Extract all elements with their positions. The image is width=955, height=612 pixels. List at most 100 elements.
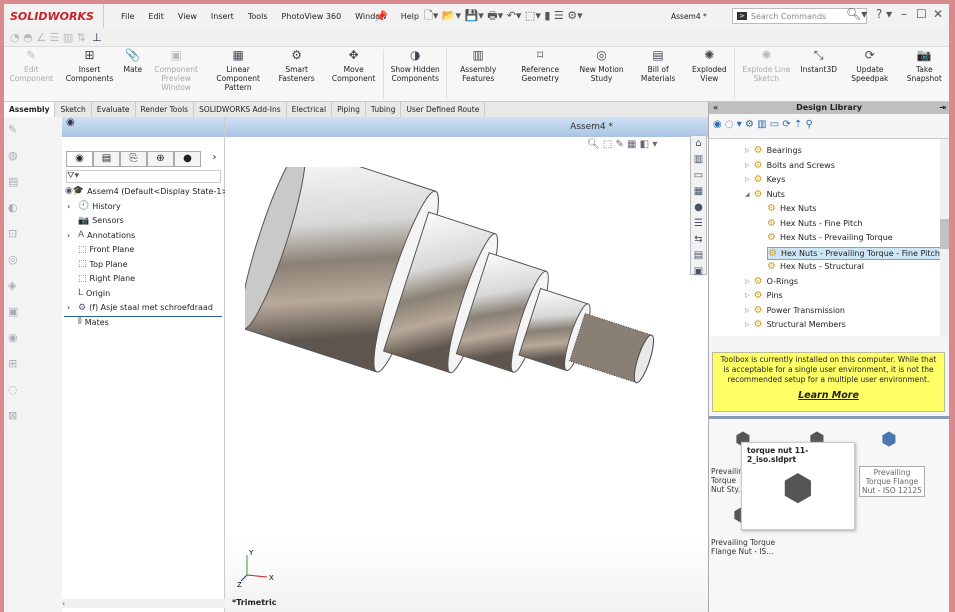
tab-user-defined-route[interactable]: User Defined Route (401, 102, 486, 117)
menu-insert[interactable]: Insert (204, 12, 241, 21)
solidworks-logo[interactable]: SOLIDWORKS (4, 4, 104, 28)
ribbon-bom-button[interactable]: ▤ Bill of Materials (632, 47, 684, 101)
library-item[interactable]: ▷ ⚙ Keys (745, 174, 785, 185)
library-item[interactable]: ▷ ⚙ O-Rings (745, 276, 798, 287)
horizontal-scrollbar[interactable]: ‹ (62, 599, 225, 608)
ribbon-edit-component-button[interactable]: ✎ Edit Component (4, 47, 59, 101)
tree-item[interactable]: L Origin (67, 288, 110, 298)
menu-edit[interactable]: Edit (141, 12, 171, 21)
tree-item[interactable]: › ⚙ (f) Asje staal met schroefdraad (67, 303, 213, 313)
expand-arrow[interactable]: ◢ (745, 191, 750, 198)
ribbon-fasteners-button[interactable]: ⚙ Smart Fasteners (269, 47, 324, 101)
part-caption-3[interactable]: Prevailing Torque Flange Nut - ISO 12125 (859, 466, 925, 497)
library-item[interactable]: ▷ ⚙ Power Transmission (745, 305, 845, 316)
expand-arrow[interactable]: ▷ (745, 147, 750, 154)
tab-render-tools[interactable]: Render Tools (136, 102, 195, 117)
tab-piping[interactable]: Piping (332, 102, 366, 117)
configuration-manager-tab[interactable]: ⎘ (120, 151, 147, 167)
tree-item[interactable]: › A Annotations (67, 230, 135, 240)
library-item[interactable]: ◢ ⚙ Nuts (745, 189, 785, 200)
task-pane-tabs[interactable]: ⌂ ▥ ▭ ▦ ● ☰ ⇆ ▤ ▣ (690, 135, 707, 277)
rollback-bar[interactable] (64, 316, 222, 317)
tree-item[interactable]: ⬚ Front Plane (67, 245, 134, 255)
collapse-icon[interactable]: « (713, 102, 718, 114)
help-icon[interactable]: ? ▾ (876, 7, 892, 21)
ribbon-show-hidden-button[interactable]: ◑ Show Hidden Components (384, 47, 446, 101)
expand-arrow[interactable]: › (67, 231, 75, 240)
library-item[interactable]: ▷ ⚙ Bearings (745, 145, 802, 156)
feature-manager-tab[interactable]: ◉ (66, 151, 93, 167)
menu-help[interactable]: Help (394, 12, 426, 21)
expand-arrow[interactable]: ▷ (745, 176, 750, 183)
expand-arrow[interactable]: › (67, 303, 75, 312)
toolbar-icons[interactable]: ◔ ◓ ∠ ☰ ▥ ⇅ (10, 31, 86, 44)
view-toolbar-icons[interactable]: 🔍︎ ⬚ ✎ ▦ ◧ ▾ (587, 139, 657, 150)
ribbon-insert-components-button[interactable]: ⊞ Insert Components (59, 47, 121, 101)
menu-photoview-360[interactable]: PhotoView 360 (275, 12, 349, 21)
menu-tools[interactable]: Tools (241, 12, 275, 21)
menu-view[interactable]: View (171, 12, 204, 21)
expand-arrow[interactable]: › (67, 202, 75, 211)
tree-item[interactable]: 📷 Sensors (67, 216, 124, 226)
part-caption-4[interactable]: Prevailing Torque Flange Nut - IS... (711, 538, 781, 556)
tree-item[interactable]: ⬚ Top Plane (67, 259, 128, 269)
menu-file[interactable]: File (114, 12, 141, 21)
ribbon-camera-button[interactable]: 📷 Take Snapshot (900, 47, 949, 101)
ribbon-reference-geometry-button[interactable]: ⌑ Reference Geometry (509, 47, 571, 101)
ribbon-instant3d-button[interactable]: ⤡ Instant3D (797, 47, 840, 101)
ribbon-motion-study-button[interactable]: ◎ New Motion Study (571, 47, 632, 101)
tab-tubing[interactable]: Tubing (366, 102, 402, 117)
ribbon-move-button[interactable]: ✥ Move Component (324, 47, 383, 101)
tree-root[interactable]: ◉🎓 Assem4 (Default<Display State-1>) (65, 186, 231, 196)
ribbon-assembly-features-button[interactable]: ▥ Assembly Features (447, 47, 509, 101)
tree-item[interactable]: › 🕘 History (67, 201, 121, 211)
search-icon[interactable]: 🔍︎▾ (846, 7, 867, 21)
expand-arrow[interactable]: ▷ (745, 278, 750, 285)
shaft-model[interactable] (245, 167, 685, 487)
tab-assembly[interactable]: Assembly (4, 102, 56, 117)
library-item[interactable]: ▷ ⚙ Structural Members (745, 319, 846, 330)
library-item[interactable]: ⚙ Hex Nuts - Fine Pitch (767, 218, 863, 229)
property-manager-tab[interactable]: ▤ (93, 151, 120, 167)
library-item[interactable]: ⚙ Hex Nuts (767, 203, 816, 214)
maximize-button[interactable]: ☐ (916, 7, 927, 21)
ribbon-speedpak-button[interactable]: ⟳ Update Speedpak (840, 47, 900, 101)
library-item[interactable]: ⚙ Hex Nuts - Structural (767, 261, 864, 272)
ribbon-paperclip-button[interactable]: 📎 Mate (121, 47, 146, 101)
filter-field[interactable]: ⛛▾ (66, 170, 221, 183)
more-tabs-arrow[interactable]: › (201, 151, 228, 167)
expand-arrow[interactable]: ▷ (745, 321, 750, 328)
expand-arrow[interactable]: ▷ (745, 292, 750, 299)
pin-icon[interactable]: 📌 (374, 10, 388, 23)
library-item[interactable]: ▷ ⚙ Pins (745, 290, 783, 301)
ribbon-pattern-button[interactable]: ▦ Linear Component Pattern (207, 47, 269, 101)
nut-thumbnail-3[interactable]: ⬢ (881, 429, 897, 450)
axis-icon[interactable]: ⊥ (92, 31, 102, 44)
expand-arrow[interactable]: ▷ (745, 307, 750, 314)
folder-icon: ⚙ (753, 159, 763, 171)
tab-sketch[interactable]: Sketch (55, 102, 92, 117)
close-button[interactable]: ✕ (933, 7, 943, 21)
library-item[interactable]: ▷ ⚙ Bolts and Screws (745, 160, 835, 171)
tool-icons[interactable]: ✎ ◍ ▤ ◐ ⊡ ◎ ◈ ▣ ◉ ⊞ ◌ ⊠ (8, 123, 58, 422)
library-item[interactable]: ⚙ Hex Nuts - Prevailing Torque - Fine Pit… (767, 246, 941, 260)
quick-access-icons[interactable]: 🗋▾ 📂▾ 💾▾ 🖶▾ ↶▾ ⬚▾ ▮ ☰ ⚙▾ (424, 7, 583, 26)
ribbon-explode-line-button[interactable]: ✺ Explode Line Sketch (735, 47, 797, 101)
minimize-button[interactable]: – (901, 7, 907, 21)
tree-item[interactable]: ⫴ Mates (67, 317, 109, 327)
pin-icon[interactable]: ⇥ (939, 102, 946, 114)
vertical-scrollbar[interactable] (940, 139, 949, 337)
tab-evaluate[interactable]: Evaluate (92, 102, 136, 117)
display-manager-tab[interactable]: ● (174, 151, 201, 167)
ribbon-exploded-view-button[interactable]: ✺ Exploded View (684, 47, 734, 101)
tab-solidworks-add-ins[interactable]: SOLIDWORKS Add-Ins (194, 102, 287, 117)
learn-more-link[interactable]: Learn More (719, 391, 938, 401)
library-toolbar-icons[interactable]: ◉ ◌ ▾ ⚙ ▥ ▭ ⟳ ⇡ ⚲ (713, 119, 813, 130)
library-item[interactable]: ⚙ Hex Nuts - Prevailing Torque (767, 232, 893, 243)
tab-electrical[interactable]: Electrical (287, 102, 333, 117)
ribbon-preview-window-button[interactable]: ▣ Component Preview Window (145, 47, 207, 101)
expand-arrow[interactable]: ▷ (745, 162, 750, 169)
dimxpert-tab[interactable]: ⊕ (147, 151, 174, 167)
tree-item[interactable]: ⬚ Right Plane (67, 274, 135, 284)
graphics-area[interactable]: Assem4 * 🔍︎ ⬚ ✎ ▦ ◧ ▾ ⌂ ▥ ▭ ▦ ● ☰ ⇆ ▤ ▣ Y X Z *T… (225, 117, 708, 612)
